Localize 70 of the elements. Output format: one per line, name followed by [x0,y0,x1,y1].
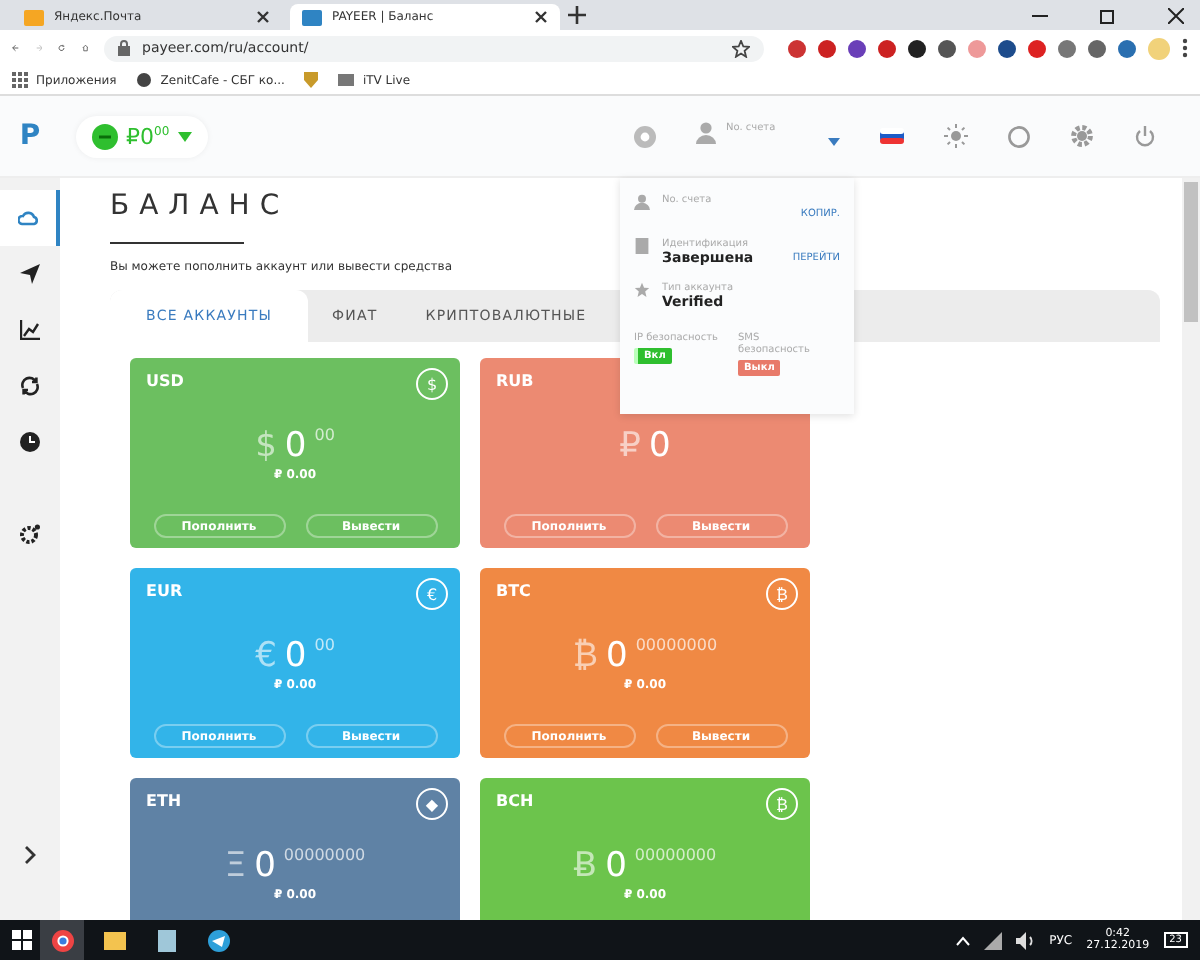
clock-icon [20,432,40,452]
amount-fraction: 00 [314,636,335,654]
currency-icon: ₿ [766,578,798,610]
currency-symbol: ₽ [619,426,641,466]
chart-icon [20,320,40,340]
currency-icon: ₿ [766,788,798,820]
tv-icon [338,72,355,88]
amount: 0 [649,426,671,466]
user-icon [696,122,716,144]
browser-icon [51,929,73,951]
minus-circle-icon [92,123,118,149]
currency-code: RUB [496,372,534,390]
currency-icon: ◆ [416,788,448,820]
document-icon [634,238,650,254]
currency-symbol: Ξ [224,846,247,886]
currency-symbol: € [255,636,277,676]
chevron-up-icon[interactable] [955,935,970,945]
amount: 0 [284,426,307,466]
settings-icon [20,524,40,544]
flag-icon[interactable] [880,128,904,144]
currency-icon: € [416,578,448,610]
amount: 0 [254,846,276,886]
currency-symbol: $ [255,426,277,466]
folder-icon [103,931,125,949]
restore-icon[interactable] [1100,7,1116,23]
lock-icon [118,40,130,56]
cloud-icon [18,208,38,228]
amount-fraction: 00 [314,426,335,444]
paper-plane-icon [207,929,229,951]
close-icon[interactable] [256,10,270,24]
shield-icon[interactable] [304,72,319,88]
send-icon [20,264,40,284]
star-icon [634,282,650,298]
page-title: БАЛАНС [110,188,290,222]
star-icon[interactable] [732,39,750,57]
currency-code: USD [146,372,184,390]
currency-code: ETH [146,792,182,810]
amount: 0 [606,636,628,676]
sun-icon[interactable] [944,124,968,148]
notepad-icon [157,929,175,951]
close-icon[interactable] [1168,7,1184,23]
currency-code: BTC [496,582,531,600]
currency-code: EUR [146,582,183,600]
amount-fraction: 00000000 [634,846,717,864]
menu-icon[interactable] [1182,38,1188,58]
chevron-right-icon[interactable] [24,846,36,864]
balance-button[interactable]: ₽0$^{00}$ [76,115,208,157]
currency-symbol: ₿ [572,636,599,676]
currency-code: BCH [496,792,534,810]
logo[interactable]: P [0,120,60,152]
amount-fraction: 00000000 [635,636,718,654]
scrollbar[interactable] [1182,178,1200,920]
caret-icon [177,131,192,141]
settings-icon[interactable] [1070,124,1094,148]
new-tab-icon[interactable] [568,6,586,24]
speaker-icon[interactable] [1015,931,1036,949]
amount: 0 [605,846,627,886]
amount: 0 [284,636,307,676]
user-icon [634,194,650,210]
power-icon[interactable] [1134,125,1156,147]
taskbar-app[interactable] [40,920,84,960]
amount-fraction: 00000000 [283,846,366,864]
windows-icon[interactable] [12,930,32,950]
close-icon[interactable] [534,10,548,24]
exchange-icon [20,376,40,396]
grid-icon [12,72,28,88]
network-icon[interactable] [983,931,1002,949]
currency-icon: $ [416,368,448,400]
currency-symbol: Ƀ [573,846,598,886]
caret-icon [828,138,840,146]
